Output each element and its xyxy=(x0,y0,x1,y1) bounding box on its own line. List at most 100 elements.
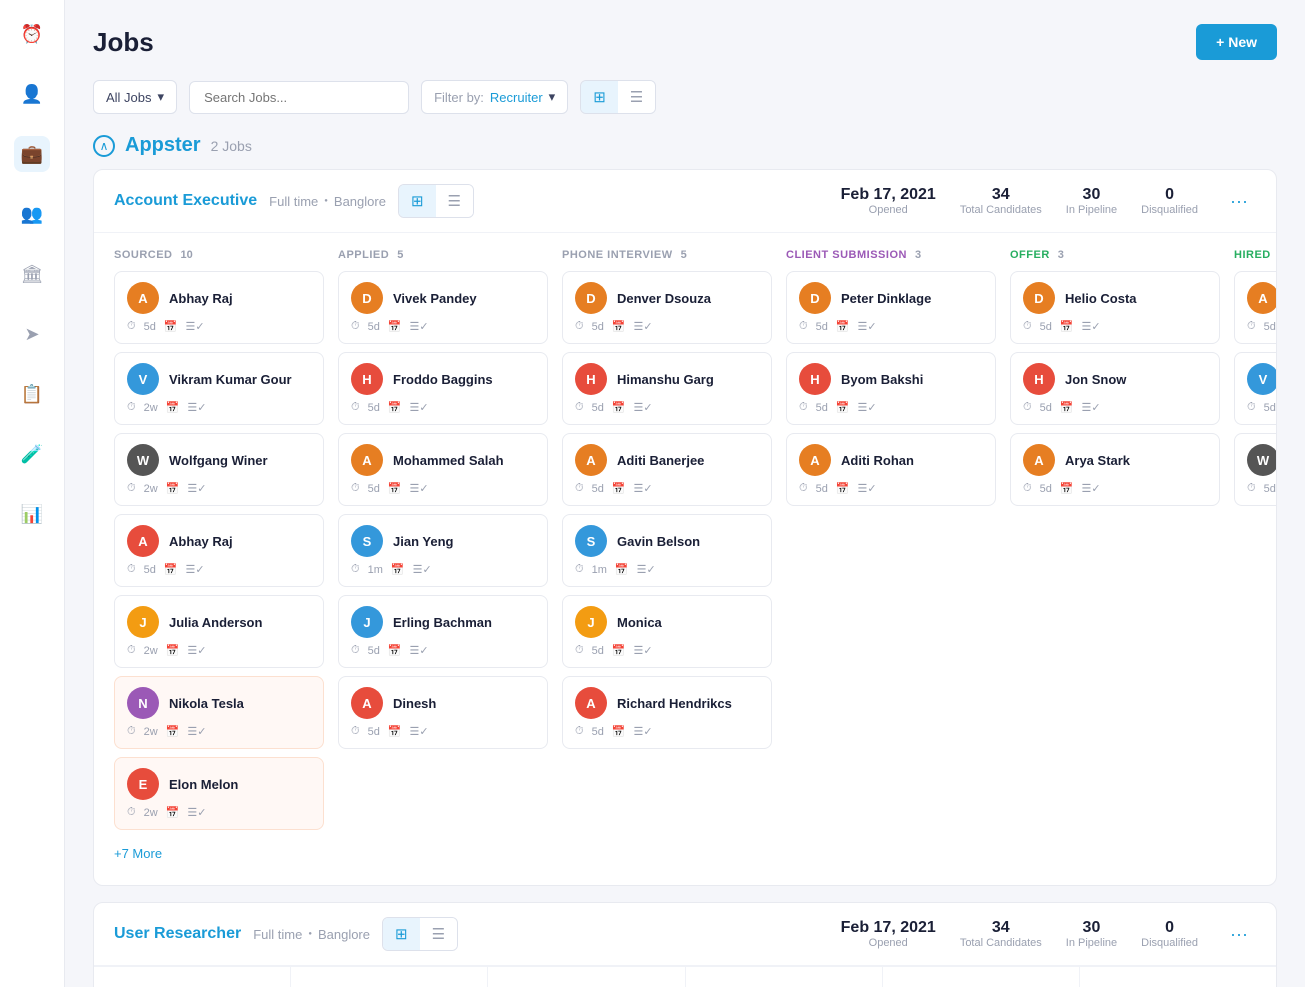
time-icon: ⏱ xyxy=(575,644,584,657)
checklist-icon: ☰✓ xyxy=(1082,401,1101,414)
filter-by-dropdown[interactable]: Filter by: Recruiter ▾ xyxy=(421,80,568,114)
checklist-icon: ☰✓ xyxy=(410,725,429,738)
calendar-icon: 📅 xyxy=(836,320,850,333)
table-row[interactable]: A Richard Hendrikcs ⏱5d 📅 ☰✓ xyxy=(562,676,772,749)
table-row[interactable]: A Abhay R ⏱5d xyxy=(1234,271,1276,344)
time-icon: ⏱ xyxy=(127,725,136,738)
calendar-icon: 📅 xyxy=(612,644,626,657)
candidate-name: Aditi Rohan xyxy=(841,453,914,468)
job-grid-button-researcher[interactable]: ⊞ xyxy=(383,918,420,950)
checklist-icon: ☰✓ xyxy=(410,320,429,333)
job-list-button-researcher[interactable]: ☰ xyxy=(420,918,457,950)
table-row[interactable]: A Mohammed Salah ⏱5d 📅 ☰✓ xyxy=(338,433,548,506)
summary-hired: 12 Hired xyxy=(1080,967,1276,987)
table-row[interactable]: A Dinesh ⏱5d 📅 ☰✓ xyxy=(338,676,548,749)
all-jobs-dropdown[interactable]: All Jobs ▾ xyxy=(93,80,177,114)
checklist-icon: ☰✓ xyxy=(187,401,206,414)
table-row[interactable]: H Jon Snow ⏱5d 📅 ☰✓ xyxy=(1010,352,1220,425)
filter-label: Filter by: xyxy=(434,90,484,105)
stat-date-value-researcher: Feb 17, 2021 xyxy=(841,919,936,937)
table-row[interactable]: H Himanshu Garg ⏱5d 📅 ☰✓ xyxy=(562,352,772,425)
table-row[interactable]: S Jian Yeng ⏱1m 📅 ☰✓ xyxy=(338,514,548,587)
checklist-icon: ☰✓ xyxy=(634,644,653,657)
table-row[interactable]: A Abhay Raj ⏱5d 📅 ☰✓ xyxy=(114,514,324,587)
table-row[interactable]: W Wolfgang Winer ⏱2w 📅 ☰✓ xyxy=(114,433,324,506)
candidate-name: Helio Costa xyxy=(1065,291,1137,306)
calendar-icon: 📅 xyxy=(166,401,180,414)
table-row[interactable]: D Helio Costa ⏱5d 📅 ☰✓ xyxy=(1010,271,1220,344)
more-link-sourced[interactable]: +7 More xyxy=(114,838,324,869)
table-row[interactable]: H Byom Bakshi ⏱5d 📅 ☰✓ xyxy=(786,352,996,425)
send-icon[interactable]: ➤ xyxy=(14,316,50,352)
col-header-hired: HIRED 3 xyxy=(1234,249,1276,261)
table-row[interactable]: W Wolfgar ⏱5d xyxy=(1234,433,1276,506)
bank-icon[interactable]: 🏛 xyxy=(14,256,50,292)
stat-total: 34 Total Candidates xyxy=(960,186,1042,216)
calendar-icon: 📅 xyxy=(836,401,850,414)
checklist-icon: ☰✓ xyxy=(634,401,653,414)
table-row[interactable]: D Vivek Pandey ⏱5d 📅 ☰✓ xyxy=(338,271,548,344)
card-meta: ⏱1m 📅 ☰✓ xyxy=(575,563,759,576)
calendar-icon: 📅 xyxy=(836,482,850,495)
job-more-button-researcher[interactable]: ··· xyxy=(1222,920,1256,949)
avatar: A xyxy=(351,444,383,476)
list-view-button[interactable]: ☰ xyxy=(618,81,655,113)
card-meta: ⏱5d 📅 ☰✓ xyxy=(351,725,535,738)
table-row[interactable]: J Julia Anderson ⏱2w 📅 ☰✓ xyxy=(114,595,324,668)
time-icon: ⏱ xyxy=(1247,401,1256,414)
table-row[interactable]: D Peter Dinklage ⏱5d 📅 ☰✓ xyxy=(786,271,996,344)
kanban-col-applied: APPLIED 5 D Vivek Pandey ⏱5d 📅 ☰✓ xyxy=(338,249,548,869)
avatar: A xyxy=(1247,282,1276,314)
table-row[interactable]: A Arya Stark ⏱5d 📅 ☰✓ xyxy=(1010,433,1220,506)
table-row[interactable]: A Aditi Rohan ⏱5d 📅 ☰✓ xyxy=(786,433,996,506)
table-row[interactable]: A Aditi Banerjee ⏱5d 📅 ☰✓ xyxy=(562,433,772,506)
table-row[interactable]: E Elon Melon ⏱2w 📅 ☰✓ xyxy=(114,757,324,830)
card-meta: ⏱5d 📅 ☰✓ xyxy=(1023,320,1207,333)
checklist-icon: ☰✓ xyxy=(187,482,206,495)
avatar: E xyxy=(127,768,159,800)
flask-icon[interactable]: 🧪 xyxy=(14,436,50,472)
table-row[interactable]: V Vikram ⏱5d xyxy=(1234,352,1276,425)
stat-disqualified-label-researcher: Disqualified xyxy=(1141,937,1198,949)
card-meta: ⏱5d 📅 ☰✓ xyxy=(1023,482,1207,495)
job-location: Banglore xyxy=(334,194,386,209)
job-type: Full time xyxy=(269,194,318,209)
avatar: D xyxy=(351,282,383,314)
candidate-name: Peter Dinklage xyxy=(841,291,931,306)
table-row[interactable]: V Vikram Kumar Gour ⏱2w 📅 ☰✓ xyxy=(114,352,324,425)
card-meta: ⏱5d 📅 ☰✓ xyxy=(799,482,983,495)
notes-icon[interactable]: 📋 xyxy=(14,376,50,412)
search-input[interactable] xyxy=(189,81,409,114)
company-toggle[interactable]: ∧ xyxy=(93,135,115,157)
view-toggle: ⊞ ☰ xyxy=(580,80,656,114)
time-icon: ⏱ xyxy=(799,482,808,495)
clock-icon[interactable]: ⏰ xyxy=(14,16,50,52)
chart-icon[interactable]: 📊 xyxy=(14,496,50,532)
card-meta: ⏱2w 📅 ☰✓ xyxy=(127,644,311,657)
table-row[interactable]: H Froddo Baggins ⏱5d 📅 ☰✓ xyxy=(338,352,548,425)
calendar-icon: 📅 xyxy=(612,725,626,738)
job-more-button[interactable]: ··· xyxy=(1222,187,1256,216)
table-row[interactable]: J Erling Bachman ⏱5d 📅 ☰✓ xyxy=(338,595,548,668)
candidate-name: Froddo Baggins xyxy=(393,372,493,387)
kanban-col-client-submission: CLIENT SUBMISSION 3 D Peter Dinklage ⏱5d… xyxy=(786,249,996,869)
contacts-icon[interactable]: 👥 xyxy=(14,196,50,232)
new-button[interactable]: + New xyxy=(1196,24,1277,60)
table-row[interactable]: A Abhay Raj ⏱5d 📅 ☰✓ xyxy=(114,271,324,344)
table-row[interactable]: J Monica ⏱5d 📅 ☰✓ xyxy=(562,595,772,668)
col-header-offer: OFFER 3 xyxy=(1010,249,1220,261)
calendar-icon: 📅 xyxy=(166,644,180,657)
checklist-icon: ☰✓ xyxy=(410,482,429,495)
table-row[interactable]: D Denver Dsouza ⏱5d 📅 ☰✓ xyxy=(562,271,772,344)
time-icon: ⏱ xyxy=(127,401,136,414)
table-row[interactable]: S Gavin Belson ⏱1m 📅 ☰✓ xyxy=(562,514,772,587)
calendar-icon: 📅 xyxy=(612,482,626,495)
job-grid-button[interactable]: ⊞ xyxy=(399,185,436,217)
time-icon: ⏱ xyxy=(351,725,360,738)
job-list-button[interactable]: ☰ xyxy=(436,185,473,217)
time-icon: ⏱ xyxy=(575,320,584,333)
briefcase-icon[interactable]: 💼 xyxy=(14,136,50,172)
user-icon[interactable]: 👤 xyxy=(14,76,50,112)
grid-view-button[interactable]: ⊞ xyxy=(581,81,618,113)
table-row[interactable]: N Nikola Tesla ⏱2w 📅 ☰✓ xyxy=(114,676,324,749)
